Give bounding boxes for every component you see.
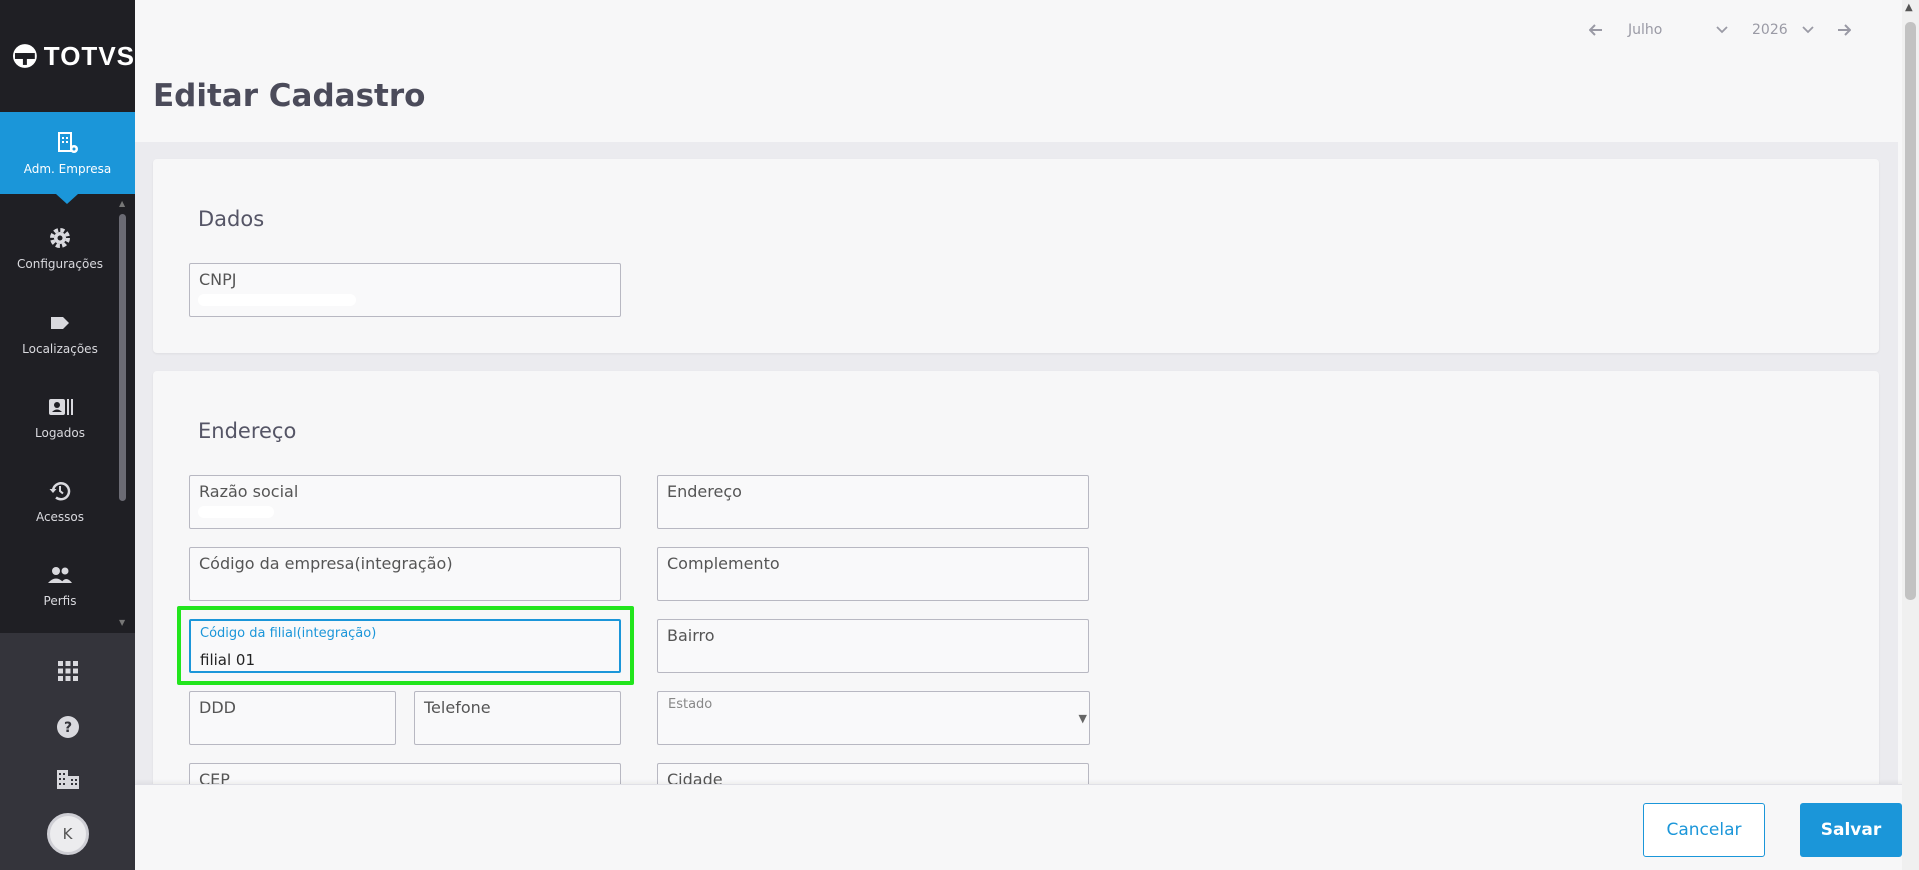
apps-button[interactable]	[0, 661, 135, 681]
field-label: DDD	[199, 698, 236, 717]
estado-select[interactable]: Estado ▼	[657, 691, 1090, 745]
period-selector: Julho 2026	[1586, 18, 1854, 42]
building-gear-icon	[55, 130, 81, 156]
endereco-card: Endereço Razão social Endereço Código da…	[153, 371, 1879, 817]
sidebar-item-label: Localizações	[22, 342, 98, 356]
section-title-endereco: Endereço	[198, 419, 297, 443]
help-icon: ?	[56, 716, 79, 738]
section-title-dados: Dados	[198, 207, 265, 231]
sidebar-item-label: Acessos	[35, 510, 85, 524]
sidebar-scrollbar[interactable]	[119, 214, 126, 501]
field-label: CNPJ	[199, 270, 237, 289]
field-label: Código da empresa(integração)	[199, 554, 453, 573]
gear-icon	[47, 225, 73, 251]
sidebar-item-logados[interactable]: Logados	[0, 379, 120, 455]
totvs-logo-icon	[12, 44, 37, 68]
ddd-field[interactable]: DDD	[189, 691, 396, 745]
field-label: Estado	[668, 697, 713, 712]
help-button[interactable]: ?	[0, 715, 135, 739]
razao-social-field[interactable]: Razão social	[189, 475, 621, 529]
chevron-down-icon	[1716, 26, 1728, 34]
cnpj-field[interactable]: CNPJ	[189, 263, 621, 317]
field-label: Bairro	[667, 626, 715, 645]
grid-icon	[57, 661, 78, 681]
people-icon	[47, 562, 73, 588]
user-menu-button[interactable]: K	[0, 813, 135, 855]
field-label: Endereço	[667, 482, 742, 501]
save-button[interactable]: Salvar	[1800, 803, 1902, 857]
field-label: Razão social	[199, 482, 299, 501]
sidebar-item-configuracoes[interactable]: Configurações	[0, 210, 120, 286]
next-month-button[interactable]	[1834, 24, 1854, 36]
page-scrollbar[interactable]: ▲	[1902, 0, 1919, 870]
sidebar-scroll-up-icon[interactable]: ▲	[119, 199, 125, 208]
tag-icon	[47, 310, 73, 336]
history-icon	[47, 478, 73, 504]
company-button[interactable]	[0, 768, 135, 790]
sidebar-scroll-down-icon[interactable]: ▼	[119, 618, 125, 627]
field-label: Complemento	[667, 554, 780, 573]
previous-month-button[interactable]	[1586, 24, 1606, 36]
complemento-field[interactable]: Complemento	[657, 547, 1089, 601]
sidebar-item-label: Perfis	[43, 594, 77, 608]
id-card-icon	[47, 394, 73, 420]
year-value: 2026	[1752, 22, 1788, 38]
telefone-field[interactable]: Telefone	[414, 691, 621, 745]
sidebar-item-localizacoes[interactable]: Localizações	[0, 295, 120, 371]
redacted-value	[198, 294, 356, 306]
scrollbar-thumb[interactable]	[1905, 22, 1916, 600]
avatar: K	[46, 813, 89, 855]
sidebar-bottom-panel: ? K	[0, 633, 135, 870]
sidebar-item-adm-empresa[interactable]: Adm. Empresa	[0, 112, 135, 204]
brand-name: TOTVS	[43, 40, 135, 71]
sidebar: TOTVS Adm. Empresa Configurações Localiz…	[0, 0, 135, 870]
redacted-value	[198, 506, 274, 518]
svg-text:?: ?	[63, 720, 71, 736]
sidebar-item-label: Logados	[35, 426, 85, 440]
cancel-button[interactable]: Cancelar	[1643, 803, 1765, 857]
focus-highlight-box	[177, 606, 634, 685]
field-label: Telefone	[424, 698, 491, 717]
arrow-right-icon	[1837, 24, 1851, 36]
codigo-empresa-field[interactable]: Código da empresa(integração)	[189, 547, 621, 601]
month-select[interactable]: Julho	[1628, 22, 1728, 38]
sidebar-item-perfis[interactable]: Perfis	[0, 547, 120, 623]
bairro-field[interactable]: Bairro	[657, 619, 1089, 673]
arrow-left-icon	[1589, 24, 1602, 36]
sidebar-item-label: Adm. Empresa	[23, 162, 112, 176]
dados-card: Dados CNPJ	[153, 159, 1879, 353]
building-icon	[56, 770, 79, 789]
caret-down-icon: ▼	[1078, 712, 1087, 725]
chevron-down-icon	[1802, 26, 1814, 34]
month-value: Julho	[1628, 22, 1663, 38]
page-title: Editar Cadastro	[153, 78, 426, 114]
year-select[interactable]: 2026	[1752, 22, 1814, 38]
scroll-up-icon[interactable]: ▲	[1905, 2, 1913, 13]
endereco-field[interactable]: Endereço	[657, 475, 1089, 529]
sidebar-item-acessos[interactable]: Acessos	[0, 463, 120, 539]
sidebar-item-label: Configurações	[17, 257, 103, 271]
brand-logo[interactable]: TOTVS	[0, 0, 135, 112]
